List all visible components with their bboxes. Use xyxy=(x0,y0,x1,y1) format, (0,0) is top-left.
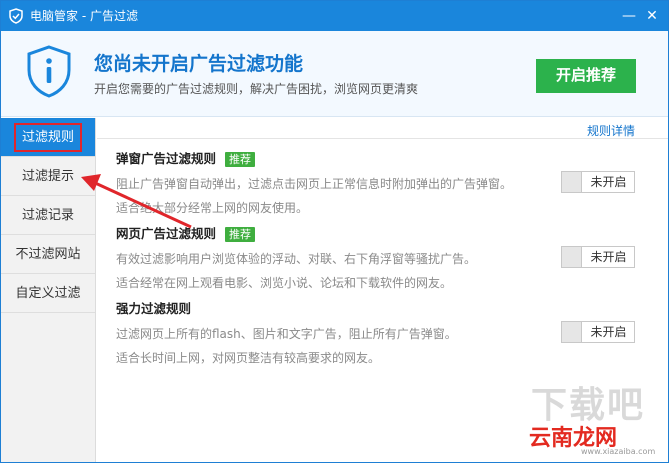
sidebar-item-label: 过滤提示 xyxy=(21,169,74,184)
sidebar-item-whitelist[interactable]: 不过滤网站 xyxy=(1,235,95,274)
rule-details-link[interactable]: 规则详情 xyxy=(587,122,635,139)
toggle-state: 未开启 xyxy=(590,175,627,189)
rule-page-ads: 网页广告过滤规则 推荐 有效过滤影响用户浏览体验的浮动、对联、右下角浮窗等骚扰广… xyxy=(116,227,656,297)
window-title: 电脑管家 - 广告过滤 xyxy=(30,9,138,23)
sidebar-item-filter-log[interactable]: 过滤记录 xyxy=(1,196,95,235)
watermark-url: www.xiazaiba.com xyxy=(581,447,656,456)
title-bar: 电脑管家 - 广告过滤 — ✕ xyxy=(1,1,668,31)
close-button[interactable]: ✕ xyxy=(642,6,662,26)
watermark-text: 下载吧 xyxy=(531,385,646,426)
enable-recommended-button[interactable]: 开启推荐 xyxy=(536,59,636,93)
rule-name: 弹窗广告过滤规则 xyxy=(116,151,217,166)
rule-name: 网页广告过滤规则 xyxy=(116,226,217,241)
sidebar: 过滤规则 过滤提示 过滤记录 不过滤网站 自定义过滤 xyxy=(1,118,96,462)
sidebar-item-label: 自定义过滤 xyxy=(15,286,81,301)
rule-toggle[interactable]: 未开启 xyxy=(561,171,635,193)
sidebar-item-label: 不过滤网站 xyxy=(15,247,81,262)
sidebar-item-label: 过滤记录 xyxy=(21,208,74,223)
rule-toggle[interactable]: 未开启 xyxy=(561,246,635,268)
recommend-badge: 推荐 xyxy=(225,152,255,167)
shield-icon xyxy=(9,8,23,24)
rule-hint: 适合绝大部分经常上网的网友使用。 xyxy=(116,201,309,215)
recommend-badge: 推荐 xyxy=(225,227,255,242)
toggle-state: 未开启 xyxy=(590,250,627,264)
watermark: 下载吧 云南龙网 www.xiazaiba.com xyxy=(521,386,661,456)
ad-filter-window: 电脑管家 - 广告过滤 — ✕ 您尚未开启广告过滤功能 开启您需要的广告过滤规则… xyxy=(0,0,669,463)
toggle-state: 未开启 xyxy=(590,325,627,339)
toggle-knob xyxy=(562,247,582,267)
rule-strong-filter: 强力过滤规则 过滤网页上所有的flash、图片和文字广告，阻止所有广告弹窗。 适… xyxy=(116,302,656,372)
status-headline: 您尚未开启广告过滤功能 xyxy=(94,53,304,75)
status-banner: 您尚未开启广告过滤功能 开启您需要的广告过滤规则，解决广告困扰，浏览网页更清爽 … xyxy=(1,31,668,117)
status-subline: 开启您需要的广告过滤规则，解决广告困扰，浏览网页更清爽 xyxy=(94,82,419,96)
minimize-button[interactable]: — xyxy=(619,6,639,26)
sidebar-item-filter-rules[interactable]: 过滤规则 xyxy=(1,118,95,157)
rule-popup-ads: 弹窗广告过滤规则 推荐 阻止广告弹窗自动弹出，过滤点击网页上正常信息时附加弹出的… xyxy=(116,152,656,222)
toggle-knob xyxy=(562,322,582,342)
toggle-knob xyxy=(562,172,582,192)
sidebar-item-filter-tips[interactable]: 过滤提示 xyxy=(1,157,95,196)
rule-hint: 适合经常在网上观看电影、浏览小说、论坛和下载软件的网友。 xyxy=(116,276,453,290)
shield-info-icon xyxy=(27,45,71,98)
sidebar-item-custom-filter[interactable]: 自定义过滤 xyxy=(1,274,95,313)
rule-hint: 适合长时间上网，对网页整洁有较高要求的网友。 xyxy=(116,351,381,365)
rule-toggle[interactable]: 未开启 xyxy=(561,321,635,343)
rule-name: 强力过滤规则 xyxy=(116,301,192,316)
divider xyxy=(97,138,668,139)
rule-description: 有效过滤影响用户浏览体验的浮动、对联、右下角浮窗等骚扰广告。 xyxy=(116,252,477,266)
rule-description: 阻止广告弹窗自动弹出，过滤点击网页上正常信息时附加弹出的广告弹窗。 xyxy=(116,177,513,191)
rule-description: 过滤网页上所有的flash、图片和文字广告，阻止所有广告弹窗。 xyxy=(116,327,457,341)
sidebar-item-label: 过滤规则 xyxy=(13,123,82,152)
